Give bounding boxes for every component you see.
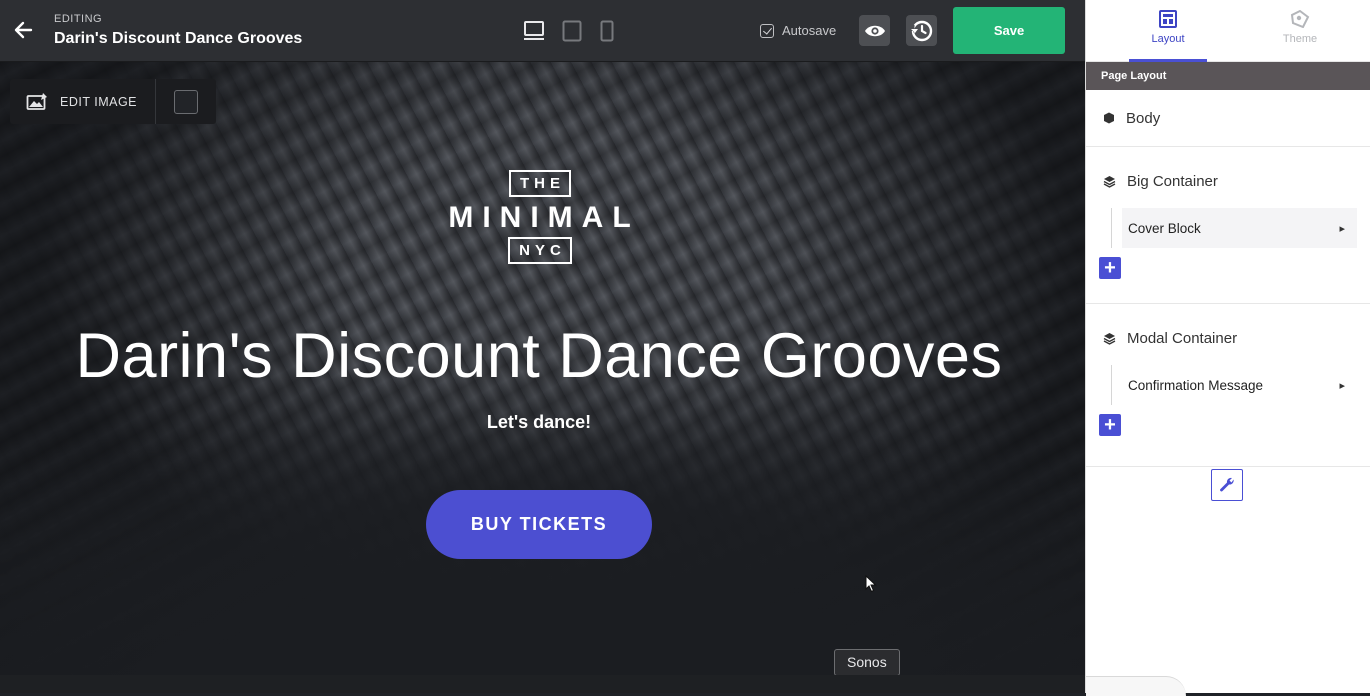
- body-group: Body: [1086, 90, 1370, 147]
- tree-item-label: Body: [1126, 109, 1161, 127]
- tree-child-label: Cover Block: [1128, 220, 1201, 236]
- logo-main-text: MINIMAL: [448, 201, 640, 234]
- theme-icon: [1290, 10, 1310, 28]
- settings-button[interactable]: [1211, 469, 1243, 501]
- buy-tickets-button[interactable]: BUY TICKETS: [426, 490, 652, 559]
- mouse-cursor-icon: [865, 574, 877, 598]
- tab-layout[interactable]: Layout: [1129, 0, 1207, 62]
- back-arrow-icon[interactable]: [12, 19, 34, 41]
- layers-icon: [1103, 332, 1116, 345]
- image-toolbar: EDIT IMAGE: [10, 79, 217, 124]
- page-title: Darin's Discount Dance Grooves: [54, 30, 303, 47]
- hero-title: Darin's Discount Dance Grooves: [75, 321, 1003, 391]
- layers-icon: [1103, 175, 1116, 188]
- cube-icon: [1104, 112, 1114, 124]
- edit-image-label: EDIT IMAGE: [60, 94, 138, 109]
- tree-item-modal-container[interactable]: Modal Container: [1086, 304, 1370, 372]
- history-button[interactable]: [906, 15, 937, 46]
- color-swatch: [174, 89, 199, 114]
- mobile-icon[interactable]: [600, 20, 614, 42]
- preview-button[interactable]: [859, 15, 890, 46]
- big-container-group: Big Container Cover Block ▸ +: [1086, 147, 1370, 304]
- tree-item-big-container[interactable]: Big Container: [1086, 147, 1370, 215]
- tree-item-body[interactable]: Body: [1086, 90, 1370, 146]
- tree-item-cover-block[interactable]: Cover Block ▸: [1111, 208, 1357, 248]
- editing-label: EDITING: [54, 13, 103, 25]
- layout-panel: Layout Theme Page Layout Body Big Contai…: [1085, 0, 1370, 696]
- background-color-button[interactable]: [156, 79, 216, 124]
- tab-layout-label: Layout: [1151, 33, 1185, 45]
- autosave-toggle[interactable]: Autosave: [760, 23, 836, 38]
- tooltip: Sonos: [834, 649, 900, 675]
- history-icon: [910, 20, 932, 41]
- tree-item-label: Big Container: [1127, 172, 1218, 190]
- add-block-button[interactable]: +: [1099, 414, 1121, 436]
- tablet-icon[interactable]: [562, 20, 582, 42]
- canvas-footer-strip: [0, 675, 1085, 693]
- chevron-right-icon: ▸: [1339, 379, 1345, 392]
- logo-bottom-text: NYC: [508, 237, 572, 264]
- tree-item-confirmation-message[interactable]: Confirmation Message ▸: [1111, 365, 1357, 405]
- image-edit-icon: [26, 92, 47, 110]
- eye-icon: [864, 25, 885, 36]
- hero-subtitle: Let's dance!: [486, 412, 592, 432]
- brand-logo: THE MINIMAL NYC: [438, 170, 642, 264]
- autosave-checkbox[interactable]: [760, 23, 774, 38]
- section-header: Page Layout: [1086, 62, 1370, 90]
- add-block-button[interactable]: +: [1099, 257, 1121, 279]
- editor-header: EDITING Darin's Discount Dance Grooves A…: [0, 0, 1085, 62]
- edit-image-button[interactable]: EDIT IMAGE: [10, 79, 157, 124]
- desktop-icon[interactable]: [523, 20, 545, 42]
- autosave-label: Autosave: [782, 23, 837, 38]
- chevron-right-icon: ▸: [1339, 222, 1345, 235]
- panel-tabs: Layout Theme: [1086, 0, 1370, 62]
- wrench-icon: [1220, 477, 1234, 492]
- modal-container-group: Modal Container Confirmation Message ▸ +: [1086, 304, 1370, 467]
- tree-child-label: Confirmation Message: [1128, 377, 1264, 393]
- tree-item-label: Modal Container: [1127, 329, 1238, 347]
- tab-theme[interactable]: Theme: [1250, 0, 1350, 61]
- save-button[interactable]: Save: [953, 7, 1065, 54]
- page-canvas[interactable]: EDIT IMAGE THE MINIMAL NYC Darin's Disco…: [0, 62, 1085, 675]
- panel-corner: [1086, 676, 1186, 696]
- layout-icon: [1159, 10, 1177, 28]
- tab-theme-label: Theme: [1282, 33, 1318, 45]
- logo-top-text: THE: [509, 170, 571, 197]
